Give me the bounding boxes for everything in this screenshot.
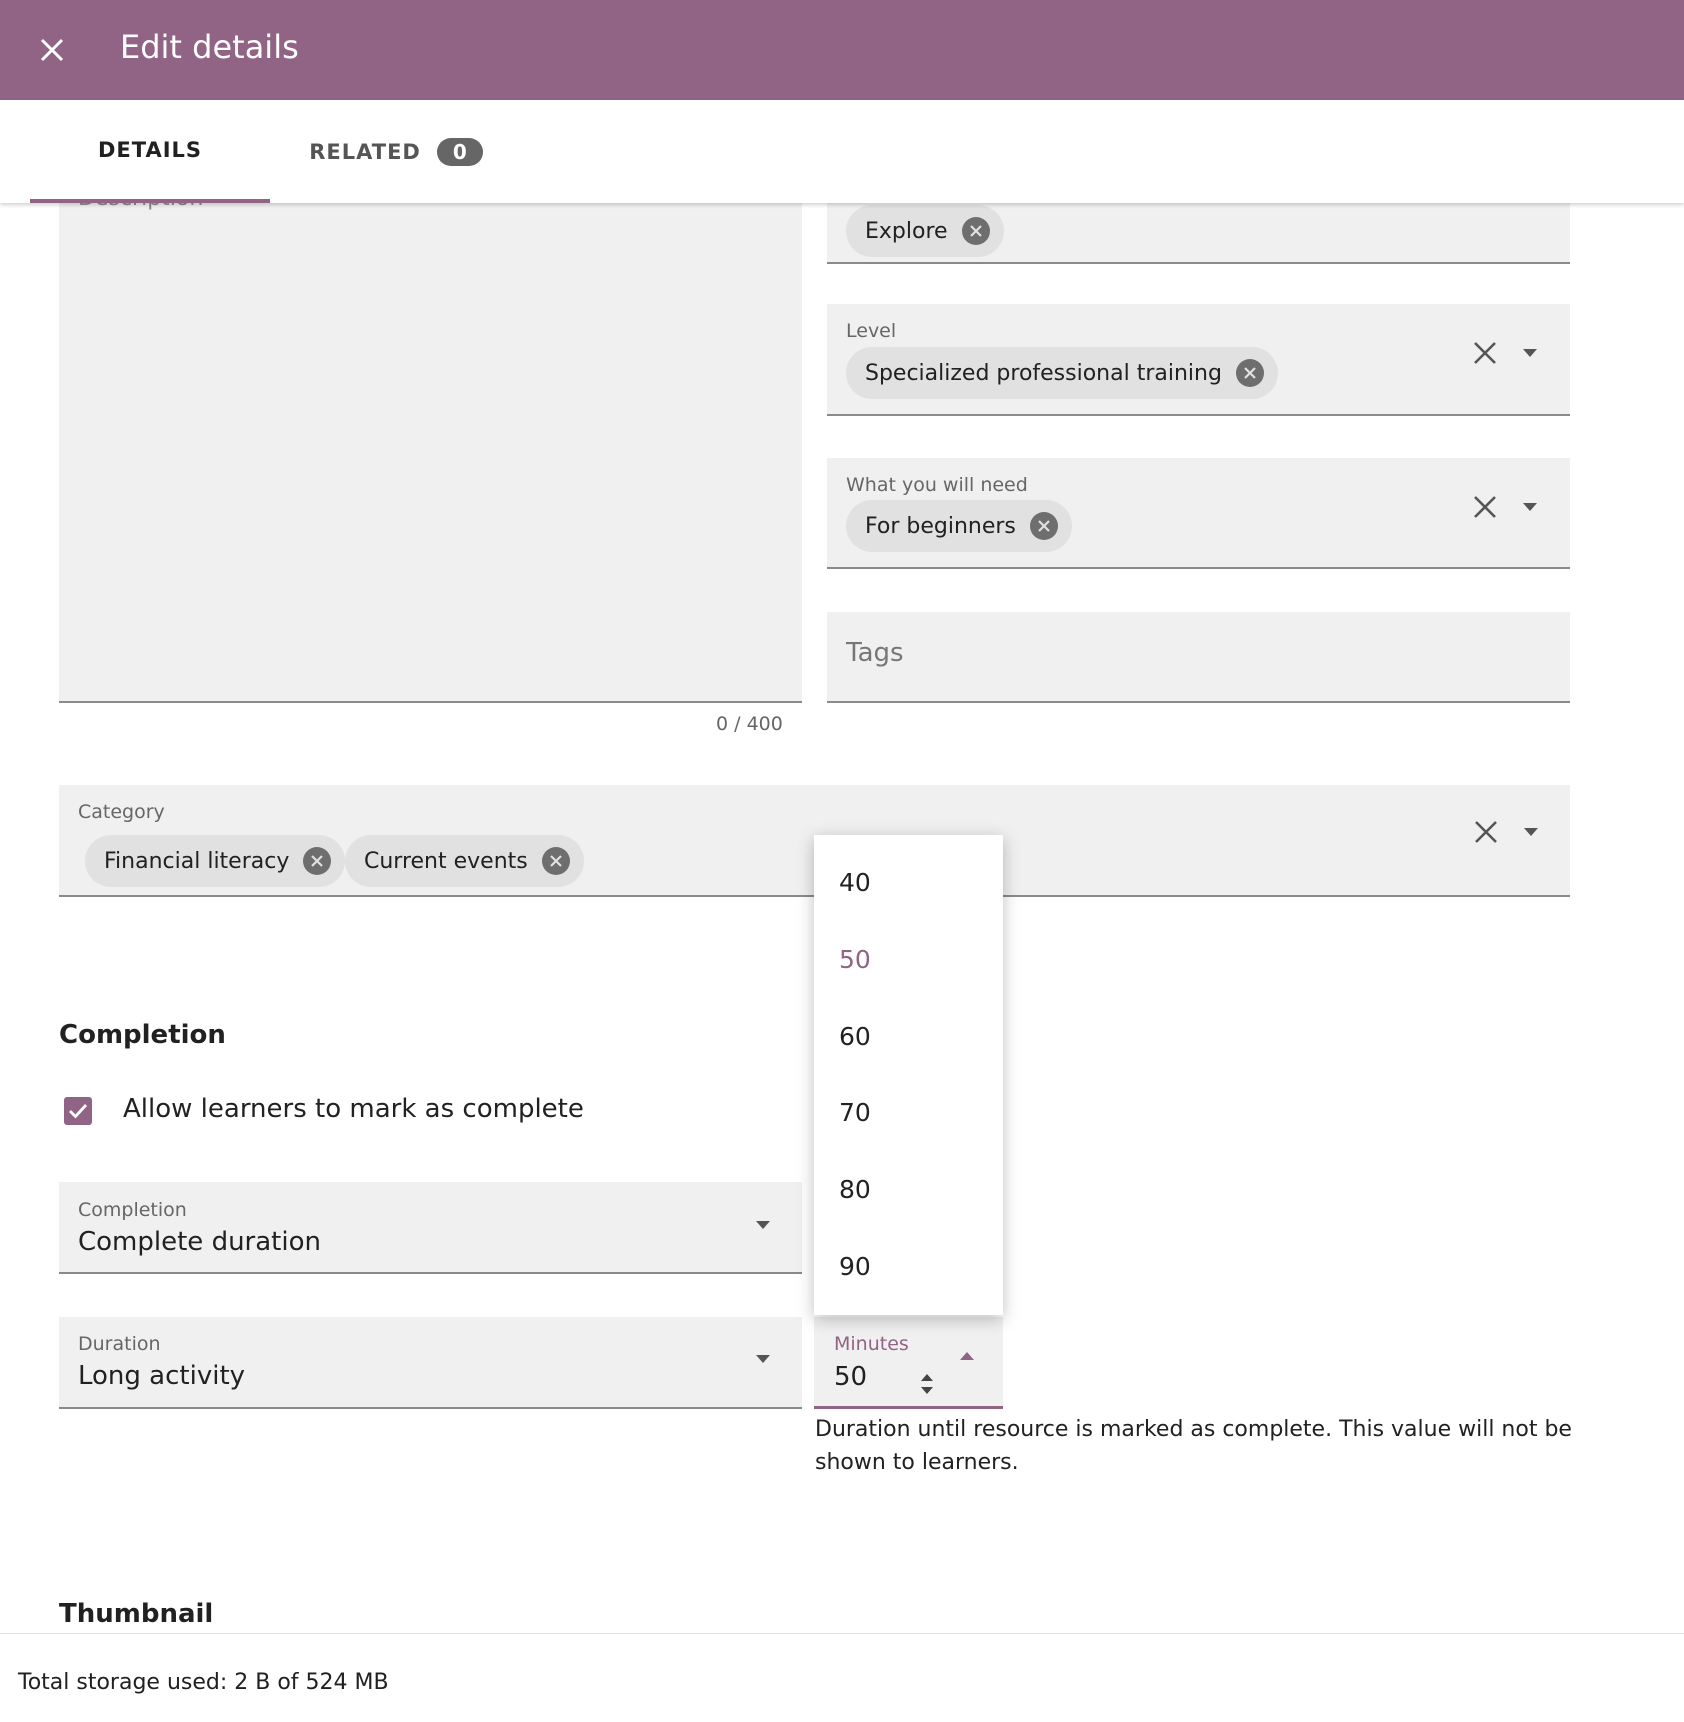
- menu-item-50[interactable]: 50: [814, 921, 1003, 997]
- minutes-dropdown-menu: 40 50 60 70 80 90: [814, 835, 1003, 1315]
- menu-item-40[interactable]: 40: [814, 844, 1003, 920]
- chip-remove-icon[interactable]: [1235, 359, 1264, 387]
- minutes-label: Minutes: [834, 1333, 909, 1355]
- tab-bar: DETAILS RELATED 0: [0, 100, 1684, 203]
- resources-needed-label: What you will need: [846, 474, 1028, 496]
- chip-category: Current events: [345, 835, 584, 887]
- checkmark-icon: [69, 1104, 88, 1119]
- number-stepper-icon[interactable]: [919, 1370, 935, 1398]
- minutes-field[interactable]: Minutes 50: [814, 1317, 1003, 1409]
- dropdown-arrow-icon[interactable]: [1515, 338, 1545, 368]
- duration-value: Long activity: [78, 1361, 246, 1391]
- chip-level: Specialized professional training: [846, 347, 1278, 399]
- allow-mark-complete-checkbox[interactable]: [64, 1097, 92, 1125]
- menu-item-60[interactable]: 60: [814, 998, 1003, 1074]
- menu-item-90[interactable]: 90: [814, 1228, 1003, 1304]
- tab-details-label: DETAILS: [97, 137, 203, 162]
- completion-value: Complete duration: [78, 1227, 321, 1257]
- menu-item-70[interactable]: 70: [814, 1074, 1003, 1150]
- tags-placeholder: Tags: [846, 638, 904, 668]
- duration-helper-text: Duration until resource is marked as com…: [815, 1417, 1572, 1475]
- storage-usage-text: Total storage used: 2 B of 524 MB: [18, 1670, 389, 1695]
- app-bar: Edit details: [0, 0, 1684, 100]
- category-label: Category: [78, 801, 165, 823]
- duration-label: Duration: [78, 1333, 161, 1355]
- chip-label: Explore: [865, 218, 948, 244]
- tags-field[interactable]: Tags: [827, 612, 1570, 703]
- chip-label: Current events: [364, 848, 528, 874]
- dropdown-arrow-icon[interactable]: [748, 1210, 778, 1240]
- chip-label: Financial literacy: [104, 848, 290, 874]
- chip-remove-icon[interactable]: [541, 847, 570, 875]
- chip-remove-icon[interactable]: [303, 847, 332, 875]
- dropdown-arrow-icon[interactable]: [1516, 817, 1546, 847]
- close-button[interactable]: [30, 28, 74, 72]
- allow-mark-complete-label[interactable]: Allow learners to mark as complete: [123, 1094, 584, 1124]
- related-count-badge: 0: [436, 137, 483, 166]
- level-label: Level: [846, 320, 897, 342]
- chip-learning-activity: Explore: [846, 205, 1004, 257]
- completion-section-title: Completion: [59, 1020, 226, 1050]
- tab-details[interactable]: DETAILS: [30, 100, 270, 203]
- dropdown-arrow-up-icon[interactable]: [952, 1341, 982, 1371]
- dropdown-arrow-icon[interactable]: [1515, 492, 1545, 522]
- completion-select[interactable]: Completion Complete duration: [59, 1182, 802, 1274]
- close-icon: [40, 38, 64, 62]
- description-counter: 0 / 400: [716, 713, 783, 735]
- tab-related[interactable]: RELATED 0: [296, 100, 496, 203]
- thumbnail-section-title: Thumbnail: [59, 1599, 214, 1629]
- description-field[interactable]: Description: [59, 203, 802, 703]
- chip-remove-icon[interactable]: [1029, 512, 1058, 540]
- clear-icon[interactable]: [1465, 487, 1505, 527]
- page-title: Edit details: [120, 28, 299, 66]
- description-label: Description: [78, 203, 203, 211]
- resources-needed-field[interactable]: What you will need For beginners: [827, 458, 1570, 569]
- footer-bar: Total storage used: 2 B of 524 MB: [0, 1633, 1684, 1722]
- duration-select[interactable]: Duration Long activity: [59, 1317, 802, 1409]
- chip-remove-icon[interactable]: [961, 217, 990, 245]
- tab-related-label: RELATED: [309, 139, 421, 164]
- chip-label: Specialized professional training: [865, 360, 1222, 386]
- chip-label: For beginners: [865, 513, 1016, 539]
- chip-category: Financial literacy: [85, 835, 346, 887]
- minutes-input[interactable]: 50: [834, 1362, 867, 1392]
- menu-item-80[interactable]: 80: [814, 1151, 1003, 1227]
- clear-icon[interactable]: [1466, 812, 1506, 852]
- completion-label: Completion: [78, 1199, 187, 1221]
- chip-resources-needed: For beginners: [846, 500, 1072, 552]
- clear-icon[interactable]: [1465, 333, 1505, 373]
- dropdown-arrow-icon[interactable]: [748, 1344, 778, 1374]
- level-field[interactable]: Level Specialized professional training: [827, 304, 1570, 416]
- learning-activity-field[interactable]: Explore: [827, 203, 1570, 264]
